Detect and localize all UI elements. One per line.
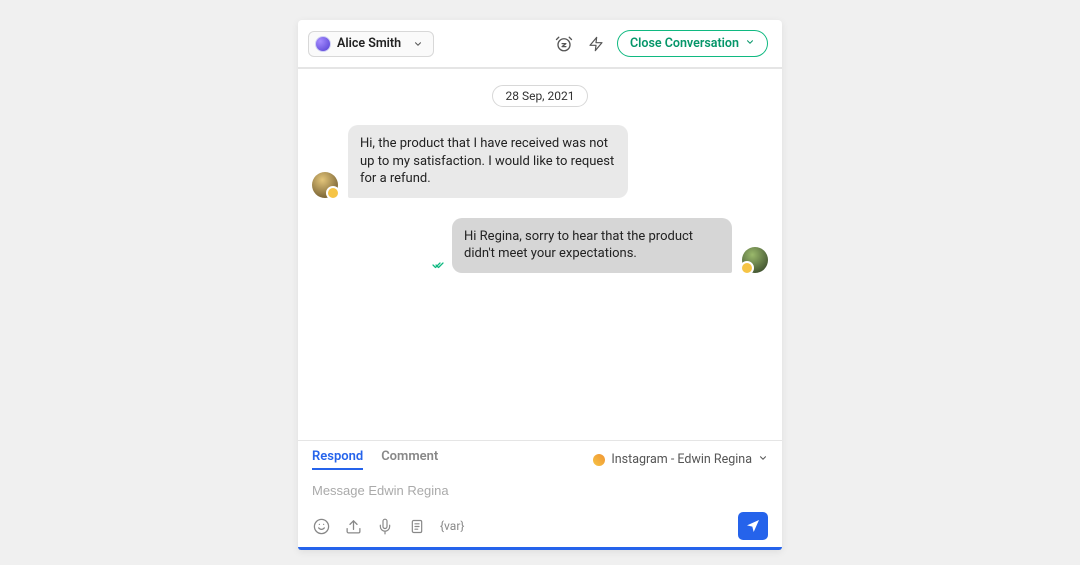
message-row-outgoing: Hi Regina, sorry to hear that the produc…	[312, 218, 768, 273]
close-conversation-label: Close Conversation	[630, 36, 739, 51]
date-chip: 28 Sep, 2021	[492, 85, 587, 107]
customer-avatar	[312, 172, 338, 198]
channel-label: Instagram - Edwin Regina	[611, 452, 752, 467]
quick-action-button[interactable]	[585, 33, 607, 55]
tab-comment[interactable]: Comment	[381, 449, 438, 470]
chevron-down-icon	[758, 452, 768, 467]
date-divider: 28 Sep, 2021	[312, 85, 768, 107]
conversation-panel: Alice Smith Close Conversation 28 Sep, 2…	[298, 20, 782, 550]
accent-bar	[298, 547, 782, 550]
message-input[interactable]	[312, 483, 768, 498]
message-bubble: Hi, the product that I have received was…	[348, 125, 628, 198]
emoji-icon[interactable]	[312, 517, 330, 535]
variable-button[interactable]: {var}	[440, 519, 464, 533]
template-icon[interactable]	[408, 517, 426, 535]
chevron-down-icon	[413, 39, 423, 49]
upload-icon[interactable]	[344, 517, 362, 535]
send-button[interactable]	[738, 512, 768, 540]
message-list: 28 Sep, 2021 Hi, the product that I have…	[298, 69, 782, 440]
assignee-dropdown[interactable]: Alice Smith	[308, 31, 434, 57]
message-bubble: Hi Regina, sorry to hear that the produc…	[452, 218, 732, 273]
channel-selector[interactable]: Instagram - Edwin Regina	[593, 452, 768, 467]
instagram-icon	[593, 454, 605, 466]
delivered-check-icon	[430, 259, 446, 271]
close-conversation-button[interactable]: Close Conversation	[617, 30, 768, 57]
agent-avatar	[742, 247, 768, 273]
toolbar-left: {var}	[312, 517, 464, 535]
snooze-button[interactable]	[553, 33, 575, 55]
message-composer: Respond Comment Instagram - Edwin Regina	[298, 440, 782, 550]
microphone-icon[interactable]	[376, 517, 394, 535]
header-actions: Close Conversation	[553, 30, 768, 57]
composer-toolbar: {var}	[312, 512, 768, 540]
composer-header: Respond Comment Instagram - Edwin Regina	[312, 449, 768, 470]
tab-respond[interactable]: Respond	[312, 449, 363, 470]
conversation-header: Alice Smith Close Conversation	[298, 20, 782, 69]
composer-tabs: Respond Comment	[312, 449, 438, 470]
assignee-name: Alice Smith	[337, 36, 401, 51]
assignee-avatar	[315, 36, 331, 52]
message-row-incoming: Hi, the product that I have received was…	[312, 125, 768, 198]
chevron-down-icon	[745, 36, 755, 51]
